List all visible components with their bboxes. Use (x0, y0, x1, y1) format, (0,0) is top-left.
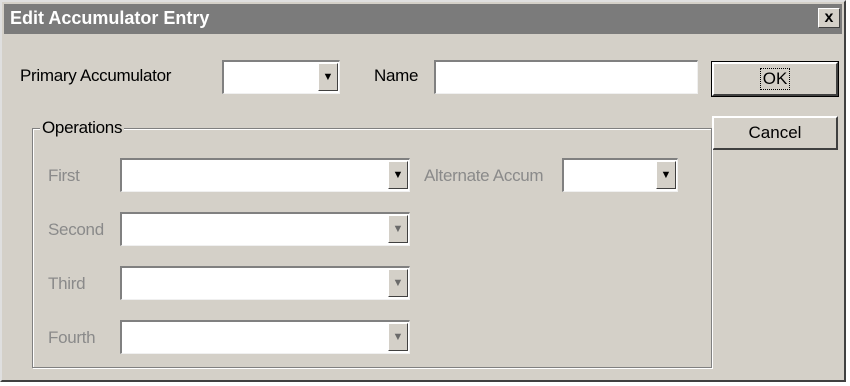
alternate-accum-label: Alternate Accum (424, 166, 544, 185)
ok-button-label: OK (759, 68, 791, 90)
fourth-combo[interactable]: ▼ (120, 320, 410, 354)
second-dropdown-button[interactable]: ▼ (388, 215, 408, 243)
first-combo[interactable]: ▼ (120, 158, 410, 192)
name-label: Name (374, 66, 419, 85)
primary-accumulator-combo[interactable]: ▼ (222, 60, 340, 94)
primary-accumulator-dropdown-button[interactable]: ▼ (318, 63, 338, 91)
name-input[interactable] (434, 60, 698, 94)
dropdown-arrow-icon: ▼ (392, 223, 404, 235)
alternate-accum-dropdown-button[interactable]: ▼ (656, 161, 676, 189)
operations-group-label: Operations (40, 118, 125, 138)
dropdown-arrow-icon: ▼ (392, 169, 404, 181)
dropdown-arrow-icon: ▼ (392, 331, 404, 343)
edit-accumulator-dialog: Edit Accumulator Entry x Primary Accumul… (0, 0, 846, 382)
second-combo[interactable]: ▼ (120, 212, 410, 246)
first-dropdown-button[interactable]: ▼ (388, 161, 408, 189)
close-button[interactable]: x (818, 8, 840, 28)
dropdown-arrow-icon: ▼ (322, 71, 334, 83)
third-combo[interactable]: ▼ (120, 266, 410, 300)
close-icon: x (824, 9, 834, 26)
fourth-label: Fourth (48, 328, 96, 347)
cancel-button-label: Cancel (748, 123, 802, 142)
fourth-dropdown-button[interactable]: ▼ (388, 323, 408, 351)
third-label: Third (48, 274, 86, 293)
second-label: Second (48, 220, 104, 239)
dialog-title: Edit Accumulator Entry (10, 8, 210, 28)
title-bar: Edit Accumulator Entry x (4, 4, 842, 34)
dropdown-arrow-icon: ▼ (660, 169, 672, 181)
third-dropdown-button[interactable]: ▼ (388, 269, 408, 297)
primary-accumulator-label: Primary Accumulator (20, 66, 172, 85)
alternate-accum-combo[interactable]: ▼ (562, 158, 678, 192)
dropdown-arrow-icon: ▼ (392, 277, 404, 289)
first-label: First (48, 166, 80, 185)
cancel-button[interactable]: Cancel (712, 116, 838, 150)
ok-button[interactable]: OK (711, 61, 839, 97)
